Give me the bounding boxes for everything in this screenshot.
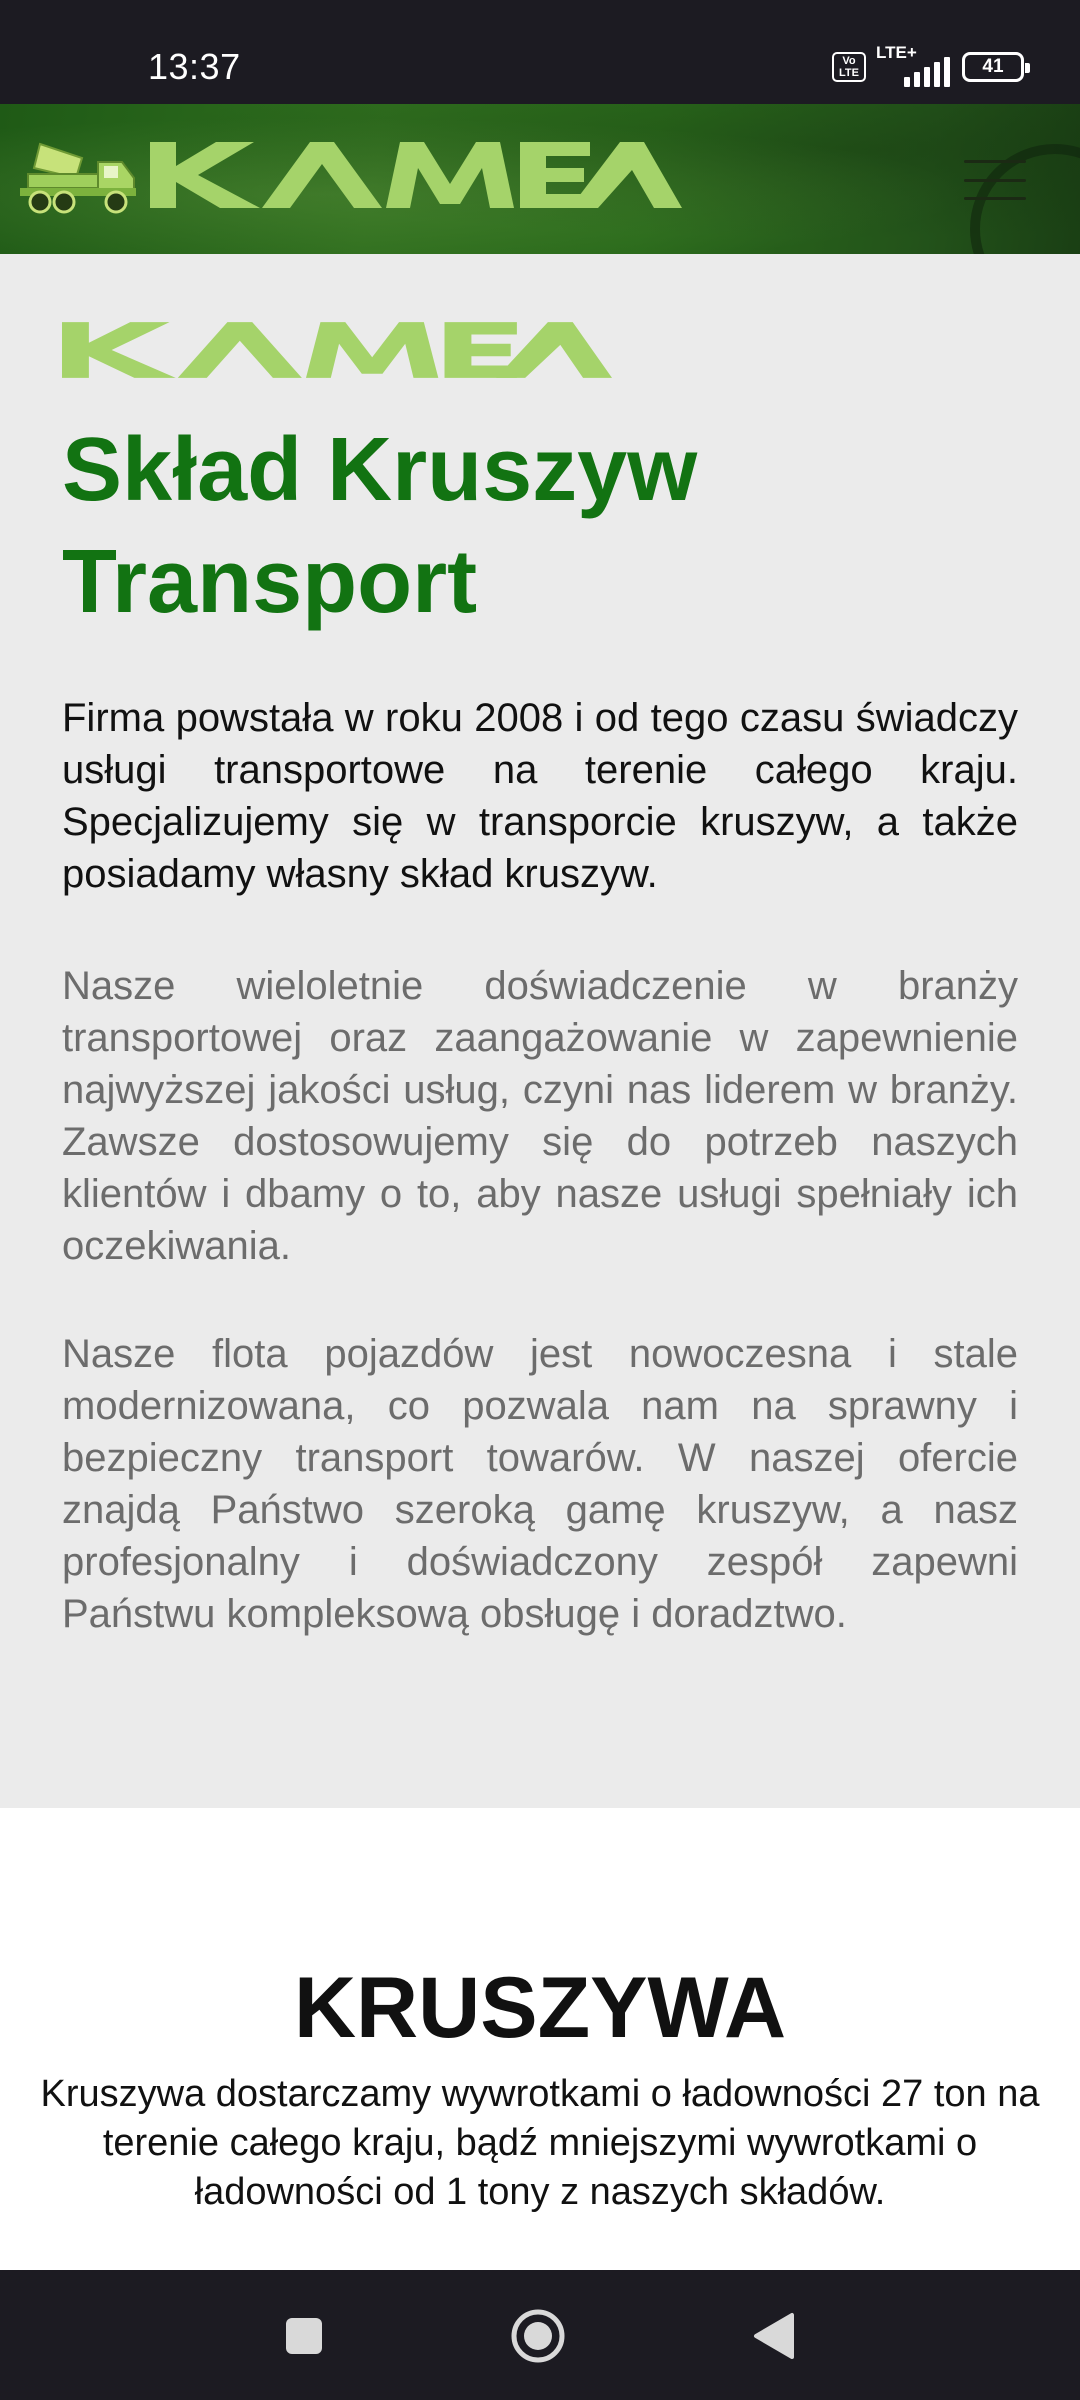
status-time: 13:37	[148, 46, 241, 87]
title-line-2: Transport	[62, 532, 478, 632]
intro-section: Skład Kruszyw Transport Firma powstała w…	[0, 254, 1080, 1808]
volte-icon: Vo LTE	[832, 52, 866, 82]
triangle-back-icon	[754, 2313, 794, 2359]
home-button[interactable]	[508, 2306, 568, 2366]
battery-level: 41	[982, 56, 1004, 77]
battery-icon: 41	[962, 52, 1030, 82]
back-button[interactable]	[744, 2306, 804, 2366]
circle-icon	[511, 2309, 565, 2363]
signal-icon: LTE+	[876, 43, 952, 87]
section-title: KRUSZYWA	[293, 1960, 787, 2056]
hamburger-icon-line	[964, 197, 1026, 200]
status-icons: Vo LTE LTE+ 41	[832, 43, 1030, 87]
recents-button[interactable]	[274, 2306, 334, 2366]
kamea-logo-large	[62, 322, 612, 378]
square-icon	[286, 2318, 322, 2354]
intro-paragraph-1: Firma powstała w roku 2008 i od tego cza…	[62, 696, 1018, 896]
signal-bars	[904, 57, 950, 87]
intro-paragraph-2: Nasze wieloletnie doświadczenie w branży…	[62, 964, 1018, 1268]
intro-paragraph-3: Nasze flota pojazdów jest nowoczesna i s…	[62, 1332, 1018, 1636]
kruszywa-section: KRUSZYWA Kruszywa dostarczamy wywrotkami…	[0, 1808, 1080, 2270]
system-nav-bar	[0, 2270, 1080, 2400]
hamburger-icon-line	[964, 160, 1026, 163]
menu-button[interactable]	[964, 160, 1026, 200]
section-text: Kruszywa dostarczamy wywrotkami o ładown…	[40, 2073, 1040, 2213]
site-header	[0, 104, 1080, 254]
hamburger-icon-line	[964, 178, 1026, 182]
status-bar: 13:37 Vo LTE LTE+ 41	[0, 0, 1080, 104]
dump-truck-icon	[20, 142, 136, 214]
kamea-logo[interactable]	[150, 142, 682, 208]
page-title: Skład Kruszyw Transport	[62, 414, 962, 638]
title-line-1: Skład Kruszyw	[62, 420, 698, 520]
